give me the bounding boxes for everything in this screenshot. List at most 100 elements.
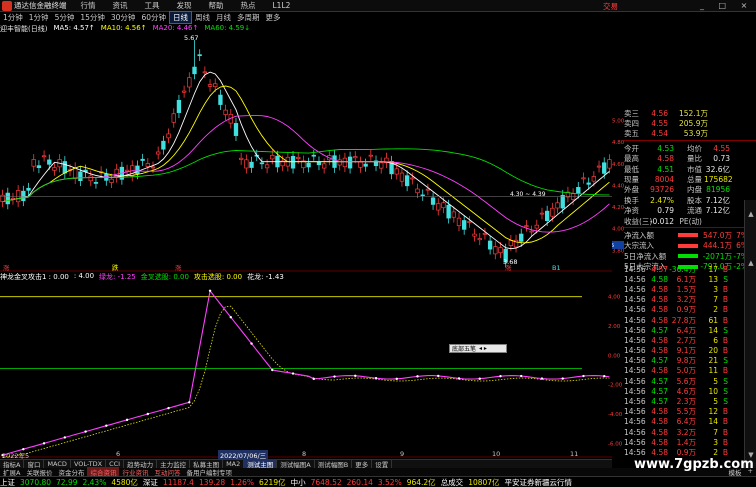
menu-l1l2[interactable]: L1L2	[273, 1, 291, 10]
tick-side: S	[723, 325, 728, 335]
signal-line	[2, 305, 610, 458]
period-tab-0[interactable]: 1分钟	[0, 12, 26, 23]
tick-side: B	[722, 315, 728, 325]
tick-row: 14:56 4.58 3.2万 7 B	[624, 427, 744, 437]
tick-volume: 17	[708, 264, 718, 274]
candle-body	[306, 162, 311, 168]
period-tab-3[interactable]: 15分钟	[77, 12, 108, 23]
menu-tools[interactable]: 工具	[145, 0, 160, 11]
tick-row: 14:56 4.57 -36.4万 17 B	[624, 264, 744, 274]
status-item: 3070.80	[20, 477, 52, 487]
period-tab-5[interactable]: 60分钟	[138, 12, 169, 23]
ask-label: 卖三	[624, 108, 639, 118]
candle-body	[192, 66, 197, 75]
tick-row: 14:56 4.58 3.2万 7 B	[624, 295, 744, 305]
tick-volume: 3	[713, 437, 718, 447]
separator	[624, 140, 756, 142]
period-tab-6[interactable]: 日线	[168, 11, 192, 24]
ask-price: 4.55	[651, 119, 668, 129]
fund-value: 547.0万	[703, 231, 732, 240]
candle-body	[197, 54, 202, 57]
menu-help[interactable]: 帮助	[209, 0, 224, 11]
period-bar: 1分钟 1分钟 5分钟 15分钟 30分钟 60分钟 日线 周线 月线 多周期 更多	[0, 11, 612, 24]
tick-volume: 2	[713, 447, 718, 457]
candle-body	[52, 167, 57, 171]
tick-time: 14:56	[624, 417, 646, 427]
candle-body	[399, 172, 405, 182]
kline-chart[interactable]: 5.673.684.30 ~ 4.39涨跌涨涨 B1	[0, 34, 612, 272]
period-tab-9[interactable]: 多周期	[234, 12, 263, 23]
menu-hot[interactable]: 热点	[241, 0, 256, 11]
tick-side: B	[722, 335, 728, 345]
tick-price: 4.58	[651, 305, 668, 315]
tick-time: 14:56	[624, 264, 646, 274]
stat-value: 4.51	[657, 164, 674, 174]
candle-body	[135, 165, 140, 175]
tick-time: 14:56	[624, 295, 646, 305]
candle-body	[410, 177, 415, 180]
stat-label-2: 总量	[687, 175, 702, 185]
stat-value-2: 0.73	[713, 154, 730, 164]
period-tab-1[interactable]: 1分钟	[26, 12, 52, 23]
ask-row: 卖五 4.54 53.9万	[624, 129, 756, 139]
fund-label: 大宗流入	[624, 241, 654, 251]
main-line-dot	[271, 368, 274, 372]
period-tab-2[interactable]: 5分钟	[52, 12, 78, 23]
indicator-chart[interactable]	[0, 282, 612, 458]
menu-quotes[interactable]: 行情	[81, 0, 96, 11]
candle-body	[353, 156, 358, 159]
scroll-up2-icon[interactable]: ▲	[746, 258, 756, 268]
main-line-dot	[374, 377, 378, 380]
tick-list: 14:56 4.57 -36.4万 17 B 14:56 4.58 6.1万 13 S 14:56 4…	[624, 264, 744, 458]
stat-label: 外盘	[624, 185, 639, 195]
candle-body	[202, 71, 208, 74]
candle-body	[394, 168, 399, 175]
candle-body	[436, 203, 441, 211]
candle-body	[420, 194, 425, 197]
status-item: 1.26%	[230, 477, 255, 487]
tick-price: 4.57	[651, 386, 668, 396]
menu-discover[interactable]: 发现	[177, 0, 192, 11]
candle-body	[78, 171, 83, 182]
ma-legend-item: MA60: 4.59↓	[204, 24, 251, 32]
period-tab-7[interactable]: 周线	[192, 12, 213, 23]
tick-scrollbar[interactable]: ▲ ▲ ▼	[744, 200, 756, 470]
popup-arrows-icon[interactable]: ◂ ▸	[479, 345, 487, 352]
tick-price: 4.58	[651, 295, 668, 305]
price-tick: 5.00	[612, 119, 624, 125]
main-line-dot	[457, 377, 461, 380]
period-tab-4[interactable]: 30分钟	[108, 12, 139, 23]
candle-body	[290, 156, 296, 169]
main-line-dot	[291, 372, 295, 375]
tick-side: B	[722, 417, 728, 427]
candle-body	[223, 109, 228, 115]
status-item: 中小	[290, 477, 306, 487]
candle-body	[550, 207, 555, 217]
trade-button[interactable]: 交易	[603, 1, 618, 12]
tick-side: B	[722, 346, 728, 356]
main-line-dot	[125, 418, 129, 422]
bottom-five-popup[interactable]: 底部五笔 ◂ ▸	[449, 344, 507, 353]
main-line-dot	[63, 436, 67, 439]
tick-time: 14:56	[624, 386, 646, 396]
status-item: 72.99	[56, 477, 78, 487]
window-controls[interactable]: _ □ ×	[700, 1, 753, 10]
menu-news[interactable]: 资讯	[113, 0, 128, 11]
ask-label: 卖五	[624, 129, 639, 139]
status-item: 3.52%	[377, 477, 402, 487]
ma-line	[2, 115, 610, 233]
tick-time: 14:56	[624, 346, 646, 356]
candle-body	[472, 233, 477, 237]
tick-side: B	[722, 264, 728, 274]
candle-body	[140, 158, 145, 161]
stat-row: 最低 4.51 市值 32.6亿	[624, 164, 756, 174]
candle-body	[586, 182, 591, 185]
candle-body	[36, 165, 42, 169]
period-tab-10[interactable]: 更多	[262, 12, 283, 23]
separator	[624, 227, 756, 229]
candle-body	[41, 155, 47, 158]
scroll-up-icon[interactable]: ▲	[746, 209, 756, 219]
tick-price: 4.58	[651, 346, 668, 356]
tick-row: 14:56 4.57 2.3万 5 S	[624, 396, 744, 406]
period-tab-8[interactable]: 月线	[213, 12, 234, 23]
